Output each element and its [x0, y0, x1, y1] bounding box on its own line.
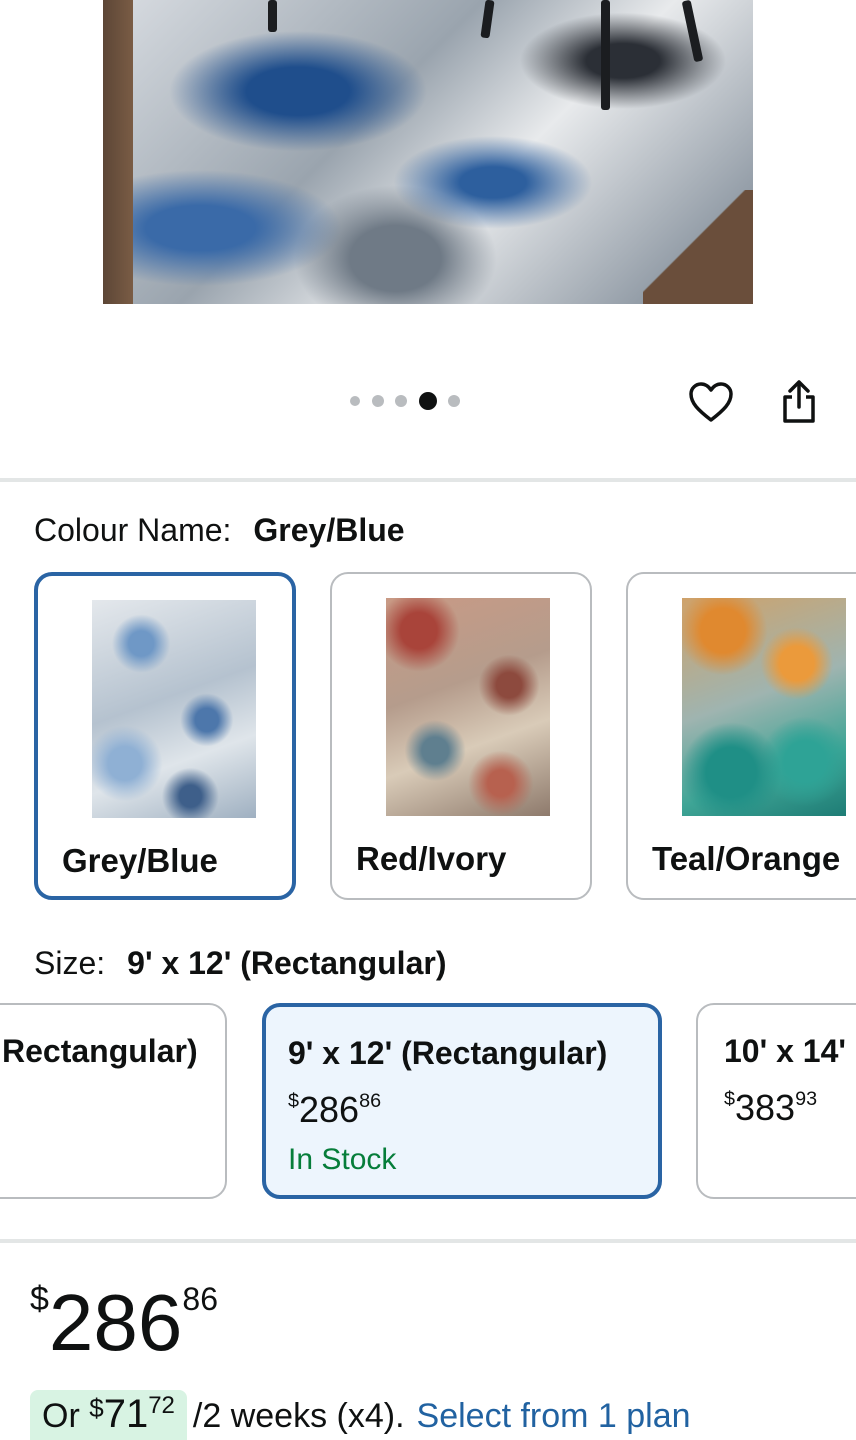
colour-thumbnail [682, 598, 846, 816]
price-cents: 86 [359, 1090, 382, 1113]
section-divider [0, 478, 856, 482]
wishlist-button[interactable] [686, 376, 736, 428]
colour-thumbnail [386, 598, 550, 816]
size-option-title: 10' x 14' [724, 1033, 846, 1069]
chair-leg [681, 0, 704, 63]
chair-leg [601, 0, 610, 110]
product-image[interactable] [103, 0, 753, 304]
currency-symbol: $ [30, 1280, 49, 1318]
stock-status: In Stock [288, 1143, 397, 1176]
size-value: 9' x 12' (Rectangular) [127, 945, 447, 981]
share-icon [783, 380, 815, 423]
price-cents: 93 [795, 1088, 818, 1111]
colour-option-label: Grey/Blue [62, 842, 218, 879]
chair-leg [268, 0, 277, 32]
floor-corner [643, 190, 753, 304]
installment-amount: Or $7172 [30, 1390, 187, 1440]
colour-name-row: Colour Name: Grey/Blue [34, 512, 405, 549]
currency-symbol: $ [89, 1393, 104, 1423]
select-plan-link[interactable]: Select from 1 plan [417, 1397, 691, 1436]
share-button[interactable] [774, 376, 824, 428]
installment-dollars: 71 [103, 1392, 149, 1436]
size-option[interactable]: Rectangular) [0, 1003, 227, 1199]
size-row: Size: 9' x 12' (Rectangular) [34, 945, 446, 982]
colour-name-value: Grey/Blue [253, 512, 405, 548]
carousel-dot[interactable] [371, 395, 384, 407]
carousel-dot[interactable] [395, 395, 407, 407]
installment-offer: Or $7172 /2 weeks (x4). Select from 1 pl… [30, 1390, 691, 1440]
colour-option-red-ivory[interactable]: Red/Ivory [330, 572, 592, 900]
size-option-title: Rectangular) [2, 1033, 198, 1069]
colour-option-teal-orange[interactable]: Teal/Orange [626, 572, 856, 900]
price-dollars: 383 [735, 1087, 796, 1128]
image-carousel-dots[interactable] [350, 392, 472, 410]
size-option-selected[interactable]: 9' x 12' (Rectangular) $28686 In Stock [262, 1003, 662, 1199]
price-cents: 86 [182, 1281, 218, 1317]
installment-prefix: Or [42, 1397, 80, 1435]
installment-cents: 72 [148, 1392, 175, 1419]
size-option-price: $38393 [724, 1087, 817, 1129]
colour-option-label: Red/Ivory [356, 840, 507, 877]
section-divider [0, 1239, 856, 1243]
colour-thumbnail [92, 600, 256, 818]
size-option-title: 9' x 12' (Rectangular) [288, 1035, 608, 1071]
size-option[interactable]: 10' x 14' $38393 [696, 1003, 856, 1199]
chair-leg [480, 0, 495, 39]
currency-symbol: $ [288, 1090, 300, 1113]
carousel-dot[interactable] [448, 395, 460, 407]
colour-option-grey-blue[interactable]: Grey/Blue [34, 572, 296, 900]
colour-option-label: Teal/Orange [652, 840, 841, 877]
size-option-price: $28686 [288, 1089, 381, 1131]
price-dollars: 286 [299, 1089, 360, 1130]
size-label: Size: [34, 945, 106, 981]
floor-edge [103, 0, 133, 304]
product-price: $28686 [30, 1282, 218, 1363]
carousel-dot-active[interactable] [418, 392, 437, 410]
currency-symbol: $ [724, 1088, 736, 1111]
installment-period: /2 weeks (x4). [192, 1397, 405, 1435]
carousel-dot[interactable] [350, 396, 360, 406]
colour-name-label: Colour Name: [34, 512, 232, 548]
heart-outline-icon [689, 382, 733, 422]
price-dollars: 286 [48, 1278, 183, 1367]
